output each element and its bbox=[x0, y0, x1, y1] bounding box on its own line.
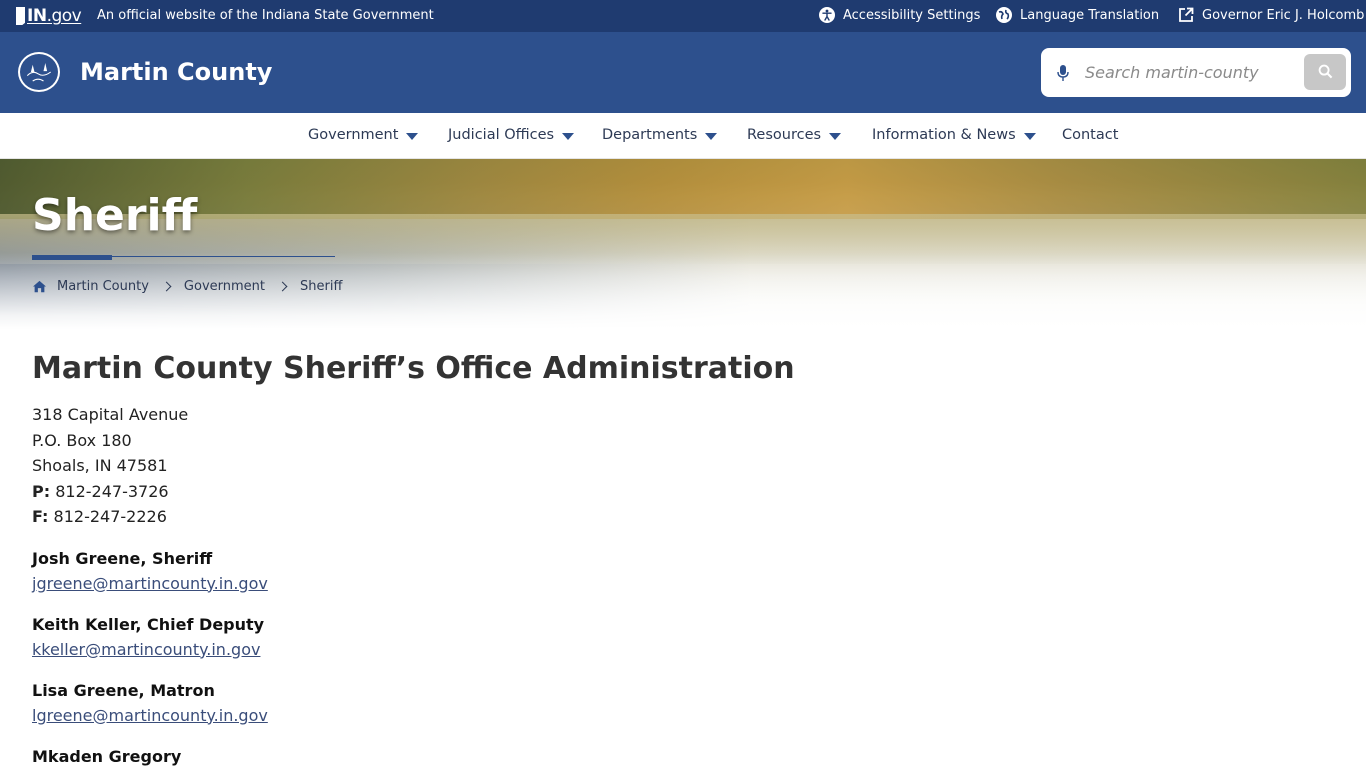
chevron-right-icon bbox=[277, 281, 288, 292]
search-button[interactable] bbox=[1304, 54, 1346, 90]
microphone-icon[interactable] bbox=[1057, 64, 1069, 82]
staff-entry: Mkaden Gregory bbox=[32, 744, 932, 768]
official-site-notice: An official website of the Indiana State… bbox=[97, 8, 434, 23]
address-line: P.O. Box 180 bbox=[32, 430, 132, 450]
breadcrumb-government[interactable]: Government bbox=[184, 279, 265, 294]
staff-name: Lisa Greene, Matron bbox=[32, 680, 215, 700]
staff-name: Keith Keller, Chief Deputy bbox=[32, 614, 265, 634]
staff-entry: Keith Keller, Chief Deputy kkeller@marti… bbox=[32, 612, 932, 662]
nav-item-resources[interactable]: Resources bbox=[747, 127, 842, 143]
nav-label: Departments bbox=[602, 127, 698, 143]
content-heading: Martin County Sheriff’s Office Administr… bbox=[32, 351, 795, 386]
search-box bbox=[1041, 48, 1351, 97]
staff-name: Mkaden Gregory bbox=[32, 746, 182, 766]
accessibility-settings-link[interactable]: Accessibility Settings bbox=[819, 7, 980, 23]
search-input[interactable] bbox=[1085, 60, 1295, 84]
staff-email-link[interactable]: jgreene@martincounty.in.gov bbox=[32, 571, 932, 596]
nav-label: Information & News bbox=[872, 127, 1016, 143]
staff-email-link[interactable]: lgreene@martincounty.in.gov bbox=[32, 703, 932, 728]
hero-banner bbox=[0, 159, 1366, 329]
staff-email-link[interactable]: kkeller@martincounty.in.gov bbox=[32, 637, 932, 662]
site-title[interactable]: Martin County bbox=[80, 58, 272, 86]
caret-down-icon bbox=[1023, 132, 1036, 140]
ingov-logo-gov: .gov bbox=[46, 6, 82, 26]
search-icon bbox=[1318, 64, 1332, 79]
chevron-right-icon bbox=[161, 281, 172, 292]
staff-entry: Josh Greene, Sheriff jgreene@martincount… bbox=[32, 546, 932, 596]
caret-down-icon bbox=[562, 132, 575, 140]
hero-foliage-image bbox=[0, 159, 1366, 219]
staff-name: Josh Greene, Sheriff bbox=[32, 548, 213, 568]
fax-label: F: bbox=[32, 507, 49, 526]
caret-down-icon bbox=[705, 132, 718, 140]
nav-label: Resources bbox=[747, 127, 822, 143]
nav-item-judicial-offices[interactable]: Judicial Offices bbox=[448, 127, 575, 143]
nav-item-government[interactable]: Government bbox=[308, 127, 419, 143]
county-seal-icon bbox=[26, 63, 52, 82]
external-link-icon bbox=[1179, 7, 1194, 22]
address-line: 318 Capital Avenue bbox=[32, 405, 189, 424]
page-title: Sheriff bbox=[32, 190, 198, 241]
phone-line: P: 812-247-3726 bbox=[32, 479, 932, 505]
main-navigation: Government Judicial Offices Departments … bbox=[0, 113, 1366, 159]
fax-line: F: 812-247-2226 bbox=[32, 504, 932, 530]
ingov-logo[interactable]: IN .gov bbox=[16, 6, 82, 26]
nav-label: Government bbox=[308, 127, 399, 143]
globe-icon bbox=[996, 7, 1012, 23]
staff-entry: Lisa Greene, Matron lgreene@martincounty… bbox=[32, 678, 932, 728]
nav-item-contact[interactable]: Contact bbox=[1062, 127, 1118, 143]
breadcrumb: Martin County Government Sheriff bbox=[32, 279, 342, 294]
caret-down-icon bbox=[829, 132, 842, 140]
accessibility-icon bbox=[819, 7, 835, 23]
nav-label: Judicial Offices bbox=[448, 127, 555, 143]
language-translation-label: Language Translation bbox=[1020, 7, 1160, 23]
ingov-logo-in: IN bbox=[27, 6, 47, 26]
breadcrumb-sheriff: Sheriff bbox=[300, 279, 343, 294]
title-divider-accent bbox=[32, 255, 112, 260]
breadcrumb-home-icon[interactable] bbox=[32, 280, 47, 293]
indiana-state-icon bbox=[16, 7, 25, 25]
nav-label: Contact bbox=[1062, 127, 1119, 143]
caret-down-icon bbox=[406, 132, 419, 140]
governor-label: Governor Eric J. Holcomb bbox=[1202, 7, 1365, 23]
breadcrumb-martin-county[interactable]: Martin County bbox=[57, 279, 149, 294]
utility-bar: IN .gov An official website of the Indian… bbox=[0, 0, 1366, 32]
county-seal-logo[interactable] bbox=[18, 52, 60, 92]
phone-label: P: bbox=[32, 481, 51, 501]
nav-item-departments[interactable]: Departments bbox=[602, 127, 718, 143]
office-address: 318 Capital Avenue P.O. Box 180 Shoals, … bbox=[32, 402, 932, 530]
fax-number: 812-247-2226 bbox=[53, 507, 167, 526]
accessibility-settings-label: Accessibility Settings bbox=[843, 7, 981, 23]
phone-number: 812-247-3726 bbox=[55, 481, 169, 501]
address-line: Shoals, IN 47581 bbox=[32, 456, 168, 475]
main-content: Martin County Sheriff’s Office Administr… bbox=[32, 350, 932, 768]
governor-link[interactable]: Governor Eric J. Holcomb bbox=[1178, 7, 1364, 23]
nav-item-information-news[interactable]: Information & News bbox=[872, 127, 1036, 143]
language-translation-link[interactable]: Language Translation bbox=[996, 7, 1159, 23]
